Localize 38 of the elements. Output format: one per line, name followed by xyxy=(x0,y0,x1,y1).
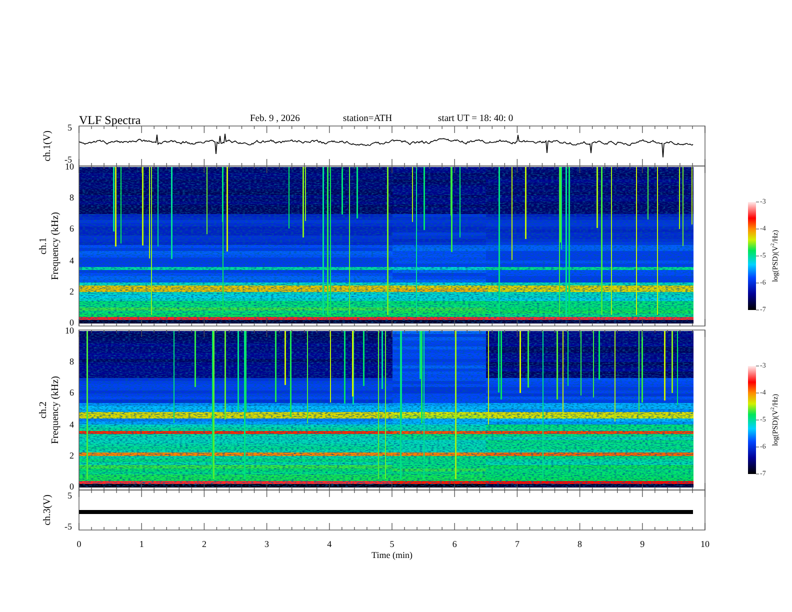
axis-tick-label: 9 xyxy=(640,540,645,549)
axis-label: ch.1(V) xyxy=(43,130,53,162)
axis-tick-label: 5 xyxy=(68,492,72,500)
axis-tick-label: 6 xyxy=(452,540,457,549)
axis-tick-label: 2 xyxy=(202,540,206,549)
axis-tick-label: 10 xyxy=(65,162,74,172)
axis-tick-label: 4 xyxy=(70,256,74,266)
chart-title: VLF Spectra xyxy=(79,114,141,126)
date-label: Feb. 9 , 2026 xyxy=(250,115,300,124)
axis-tick-label: 3 xyxy=(264,540,270,549)
axis-label: Frequency (kHz) xyxy=(51,212,61,280)
axis-tick-label: 8 xyxy=(70,194,74,203)
axis-tick-label: 6 xyxy=(70,224,74,234)
axis-tick-label: 5 xyxy=(68,124,72,132)
channel-label: ch.1 xyxy=(39,238,49,254)
axis-tick-label: 0 xyxy=(70,482,74,492)
axis-tick-label: -5 xyxy=(64,156,72,164)
axis-tick-label: 8 xyxy=(70,358,74,367)
axis-tick-label: 2 xyxy=(70,287,74,296)
axis-tick-label: 4 xyxy=(70,420,74,430)
axis-tick-label: 7 xyxy=(514,540,520,549)
axis-tick-label: 0 xyxy=(76,540,82,549)
axis-label: Time (min) xyxy=(372,551,412,560)
channel-label: ch.2 xyxy=(39,402,49,418)
axis-tick-label: 2 xyxy=(70,451,74,460)
axis-label: Frequency (kHz) xyxy=(51,376,61,444)
axis-tick-label: 4 xyxy=(327,540,332,549)
axis-tick-label: 6 xyxy=(70,388,74,398)
axis-tick-label: 5 xyxy=(390,540,394,549)
axis-label: ch.3(V) xyxy=(43,494,53,526)
axis-tick-label: 8 xyxy=(578,540,582,549)
start-time-label: start UT = 18: 40: 0 xyxy=(438,115,514,124)
station-label: station=ATH xyxy=(343,115,392,124)
axis-tick-label: 0 xyxy=(70,318,74,328)
axis-tick-label: 1 xyxy=(139,540,144,549)
axis-tick-label: 10 xyxy=(700,540,710,549)
axis-tick-label: 10 xyxy=(65,326,74,336)
axis-tick-label: -5 xyxy=(64,522,72,532)
